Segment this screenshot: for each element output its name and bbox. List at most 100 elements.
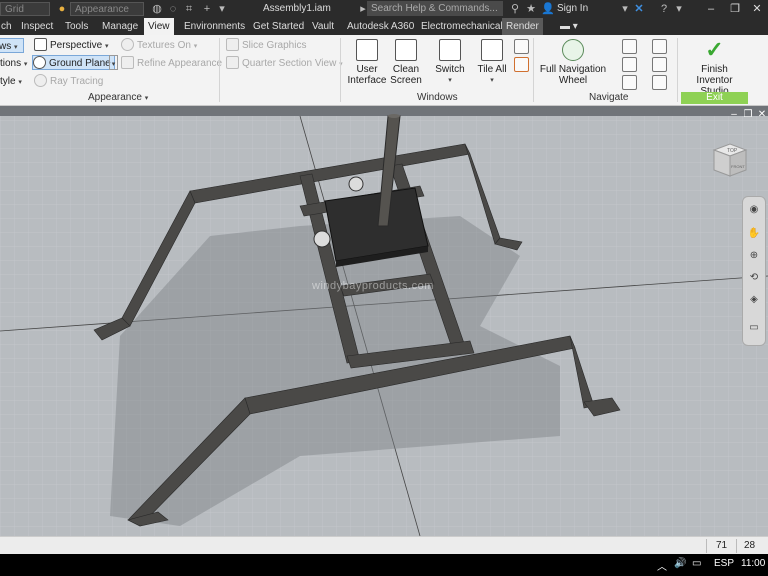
quick-access-field-text: Grid — [5, 4, 24, 15]
ground-plane-button[interactable]: Ground Plane — [32, 55, 115, 70]
navbar-orbit-icon[interactable]: ⟲ — [747, 271, 761, 285]
quarter-section-view-button[interactable]: Quarter Section View ▾ — [226, 56, 343, 71]
user-interface-button[interactable]: User Interface — [346, 39, 388, 86]
visual-style-button[interactable]: tyle ▾ — [0, 74, 22, 89]
user-interface-label-1: User — [356, 64, 378, 75]
video-icon: ▬ ▾ — [560, 21, 578, 32]
refine-appearance-button[interactable]: Refine Appearance — [121, 56, 222, 71]
3d-scene[interactable] — [0, 106, 768, 536]
tab-tools[interactable]: Tools — [61, 18, 92, 35]
switch-button[interactable]: Switch ▾ — [432, 39, 468, 86]
tab-manage[interactable]: Manage — [98, 18, 142, 35]
autodesk-exchange-icon[interactable]: ✕ — [632, 2, 646, 16]
appearance-field-text: Appearance — [75, 4, 129, 15]
full-navigation-wheel-button[interactable]: Full Navigation Wheel — [538, 39, 608, 86]
tab-inspect[interactable]: Inspect — [17, 18, 57, 35]
tab-electromechanical[interactable]: Electromechanical — [417, 18, 507, 35]
graphics-viewport[interactable]: windybayproducts.com – ❐ ✕ TOP FRONT ◉ ✋… — [0, 106, 768, 536]
volume-icon[interactable]: 🔊 — [674, 558, 686, 569]
help-glyph: ? — [660, 3, 668, 15]
status-bar: 71 28 — [0, 536, 768, 554]
look-at-icon[interactable] — [652, 39, 667, 54]
restore-button[interactable]: ❐ — [724, 0, 746, 18]
binoculars-icon[interactable]: ⚲ — [508, 2, 522, 16]
close-button[interactable]: ✕ — [746, 0, 768, 18]
search-input[interactable]: Search Help & Commands... — [367, 1, 503, 16]
tab-get-started[interactable]: Get Started — [249, 18, 308, 35]
home-view-icon[interactable] — [652, 75, 667, 90]
navbar-look-at-icon[interactable]: ◈ — [747, 293, 761, 307]
pan-hand-icon[interactable] — [622, 39, 637, 54]
viewcube-graphic: TOP FRONT — [712, 143, 748, 177]
appearance-panel-label[interactable]: Appearance ▾ — [88, 92, 148, 103]
textures-icon — [121, 38, 134, 51]
ground-plane-dropdown-icon[interactable]: ▾ — [109, 55, 118, 70]
tab-sketch[interactable]: ch — [0, 18, 16, 35]
exit-panel-label: Exit — [681, 92, 748, 104]
viewport-minimize-button[interactable]: – — [728, 109, 740, 121]
viewport-restore-button[interactable]: ❐ — [742, 109, 754, 121]
navbar-menu-icon[interactable]: ▭ — [747, 321, 761, 335]
zoom-icon[interactable] — [622, 57, 637, 72]
tab-autodesk-a360[interactable]: Autodesk A360 — [343, 18, 418, 35]
viewcube[interactable]: TOP FRONT — [710, 140, 750, 180]
shadows-label: ws — [0, 41, 12, 52]
navbar-pan-icon[interactable]: ✋ — [747, 227, 761, 241]
tab-overflow[interactable]: ▬ ▾ — [556, 18, 582, 35]
shadows-button[interactable]: ws ▾ — [0, 38, 24, 53]
language-label[interactable]: ESP — [714, 558, 734, 569]
ribbon: ws ▾ tions ▾ tyle ▾ Perspective ▾ Ground… — [0, 35, 768, 106]
previous-view-icon[interactable] — [652, 57, 667, 72]
ray-tracing-button[interactable]: Ray Tracing — [34, 74, 103, 89]
textures-on-button[interactable]: Textures On ▾ — [121, 38, 197, 53]
signin-dropdown-icon[interactable]: ▾ — [618, 2, 632, 16]
material-icon[interactable]: ◍ — [150, 2, 164, 16]
plus-icon[interactable]: + — [200, 2, 214, 16]
appearance-ball-icon[interactable]: ● — [55, 2, 69, 16]
sign-in-link[interactable]: Sign In — [557, 3, 588, 14]
tray-expand-icon[interactable]: ︿ — [657, 558, 667, 573]
visual-style-label: tyle — [0, 76, 16, 87]
reflections-button[interactable]: tions ▾ — [0, 56, 27, 71]
language-indicator[interactable]: ▭ — [692, 558, 701, 569]
slice-graphics-button[interactable]: Slice Graphics — [226, 38, 306, 53]
viewport-close-button[interactable]: ✕ — [756, 109, 768, 121]
help-dropdown-icon[interactable]: ▾ — [672, 2, 686, 16]
status-divider — [736, 539, 737, 553]
favorites-star-icon[interactable]: ★ — [524, 2, 538, 16]
measure-icon[interactable]: ⌗ — [182, 2, 196, 16]
slice-graphics-icon — [226, 38, 239, 51]
navbar-zoom-icon[interactable]: ⊕ — [747, 249, 761, 263]
tab-view[interactable]: View — [144, 18, 174, 35]
minimize-button[interactable]: – — [700, 0, 722, 18]
orbit-icon[interactable] — [622, 75, 637, 90]
new-window-icon[interactable] — [514, 57, 529, 72]
navbar-wheel-icon[interactable]: ◉ — [747, 203, 761, 217]
quarter-section-label: Quarter Section View — [242, 58, 337, 69]
finish-inventor-studio-button[interactable]: ✓ Finish Inventor Studio — [681, 39, 748, 98]
clean-screen-button[interactable]: Clean Screen — [390, 39, 422, 86]
appearance-field[interactable]: Appearance — [70, 2, 144, 16]
full-nav-wheel-label-2: Wheel — [558, 75, 588, 86]
status-value-1: 71 — [716, 540, 728, 551]
quick-access-field[interactable]: Grid — [0, 2, 50, 16]
tab-render[interactable]: Render — [502, 18, 543, 35]
textures-dropdown-icon: ▾ — [193, 43, 198, 50]
perspective-button[interactable]: Perspective ▾ — [34, 38, 109, 53]
switch-dropdown-icon: ▾ — [448, 77, 452, 84]
cascade-icon[interactable] — [514, 39, 529, 54]
clean-screen-label-2: Screen — [390, 75, 422, 86]
clear-icon[interactable]: ◌ — [166, 2, 180, 16]
tab-environments[interactable]: Environments — [180, 18, 249, 35]
status-value-2: 28 — [744, 540, 756, 551]
viewcube-top-label: TOP — [727, 148, 738, 154]
divider — [340, 38, 341, 102]
quarter-section-icon — [226, 56, 239, 69]
user-icon[interactable]: 👤 — [541, 2, 555, 16]
customize-dropdown-icon[interactable]: ▾ — [215, 2, 229, 16]
tile-all-button[interactable]: Tile All ▾ — [474, 39, 510, 86]
shadows-dropdown-icon: ▾ — [14, 44, 18, 51]
clock[interactable]: 11:00 — [741, 558, 765, 569]
tab-vault[interactable]: Vault — [308, 18, 338, 35]
help-icon[interactable]: ? — [657, 2, 671, 16]
